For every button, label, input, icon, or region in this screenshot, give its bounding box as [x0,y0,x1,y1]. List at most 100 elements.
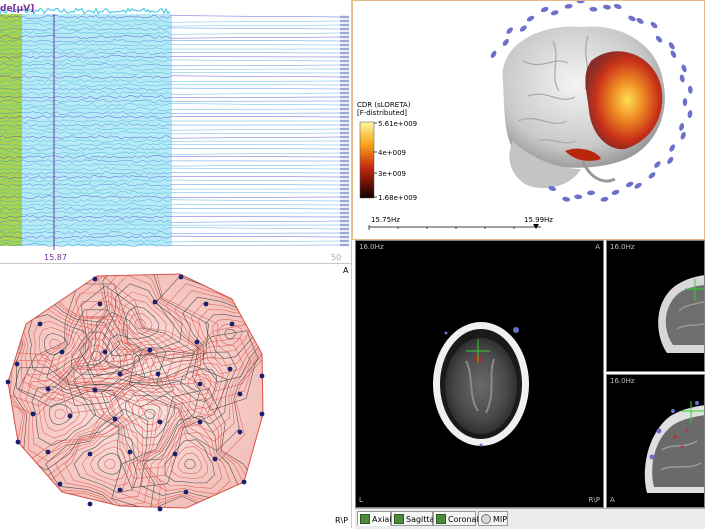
brain-3d-panel[interactable]: CDR (sLORETA) [F-distributed] 5.61e+009 … [352,0,705,240]
tab-coronal[interactable]: Coronal [433,511,479,526]
cdr-tick-min: 1.68e+009 [378,194,417,202]
electrode-3d-marker [564,3,573,9]
electrode-3d-marker [506,27,513,34]
channel-label-marker [340,231,349,235]
channel-label-marker [340,55,349,59]
channel-label-marker [340,167,349,171]
view-tab-bar: Axial Sagittal Coronal MIP [355,508,705,529]
channel-label-marker [340,199,349,203]
electrode-marker [444,331,448,335]
channel-label-marker [340,111,349,115]
electrode-dot [45,386,51,392]
channel-label-marker [340,91,349,95]
orientation-anterior-label: A [343,266,349,275]
frequency-range-end: 15.99Hz [524,216,553,224]
channel-label-marker [340,35,349,39]
electrode-3d-marker [589,6,598,12]
channel-label-marker [340,71,349,75]
channel-label-marker [340,103,349,107]
electrode-dot [15,439,21,445]
channel-label-marker [340,31,349,35]
electrode-dot [92,276,98,282]
channel-label-marker [340,139,349,143]
topographic-map-panel[interactable]: A R\P [0,264,352,528]
eeg-trace-plot[interactable]: de[μV] 15.87 50 [0,0,352,264]
electrode-dot [197,419,203,425]
electrode-dot [197,381,203,387]
electrode-3d-marker [562,196,571,202]
electrode-3d-marker [669,144,675,152]
electrode-3d-marker [679,74,685,83]
channel-label-marker [340,99,349,103]
channel-label-marker [340,163,349,167]
electrode-3d-marker [636,17,644,24]
electrode-dot [229,321,235,327]
electrode-dot [14,361,20,367]
eeg-trace-panel[interactable]: de[μV] 15.87 50 [0,0,352,264]
cdr-colorbar [359,121,375,199]
channel-label-marker [340,123,349,127]
tab-mip-label: MIP [493,515,508,524]
cursor-time-label: 15.87 [44,253,67,262]
tab-sagittal[interactable]: Sagittal [391,511,437,526]
channel-label-marker [340,147,349,151]
channel-label-marker [340,175,349,179]
electrode-3d-marker [667,156,674,164]
channel-label-marker [340,119,349,123]
electrode-3d-marker [611,189,620,195]
electrode-dot [92,387,98,393]
electrode-3d-marker [687,110,693,119]
electrode-dot [155,371,161,377]
coronal-anterior-label: A [610,496,615,504]
channel-label-marker [340,59,349,63]
axial-anterior-label: A [595,243,600,251]
electrode-dot [112,416,118,422]
channel-label-marker [340,27,349,31]
channel-label-marker [340,223,349,227]
channel-label-marker [340,19,349,23]
topographic-map[interactable]: A R\P [0,264,352,528]
tab-mip[interactable]: MIP [478,511,508,526]
electrode-3d-marker [526,15,535,22]
mri-coronal-image[interactable] [607,375,705,508]
channel-label-marker [340,75,349,79]
electrode-dot [157,419,163,425]
electrode-dot [241,479,247,485]
mri-coronal-view[interactable]: 16.0Hz A [606,374,705,508]
mri-sagittal-view[interactable]: 16.0Hz [606,240,705,372]
electrode-dot [127,449,133,455]
electrode-dot [57,481,63,487]
channel-label-marker [340,87,349,91]
electrode-dot [147,347,153,353]
electrode-dot [117,371,123,377]
channel-label-marker [340,159,349,163]
tab-axial[interactable]: Axial [357,511,392,526]
mri-axial-view[interactable]: 16.0Hz A L R\P [355,240,604,508]
electrode-3d-marker [587,190,595,196]
electrode-3d-marker [490,50,497,59]
electrode-dot [172,451,178,457]
channel-label-marker [340,43,349,47]
electrode-3d-marker [648,172,656,179]
electrode-dot [259,411,265,417]
brain-3d-view[interactable]: CDR (sLORETA) [F-distributed] 5.61e+009 … [353,1,705,240]
electrode-3d-marker [679,122,685,131]
amplitude-unit-label: de[μV] [0,4,34,14]
cdr-tick-3: 3e+009 [378,170,406,178]
electrode-dot [5,379,11,385]
electrode-3d-marker [687,85,693,94]
channel-label-marker [340,95,349,99]
frequency-range-handle[interactable] [533,224,539,229]
channel-label-marker [340,187,349,191]
axial-posterior-label: R\P [588,496,600,504]
electrode-3d-marker [603,4,611,10]
electrode-dot [59,349,65,355]
electrode-dot [178,274,184,280]
electrode-dot [259,373,265,379]
mri-sagittal-image[interactable] [607,241,705,372]
mri-axial-image[interactable] [356,241,604,508]
cdr-tick-max: 5.61e+009 [378,120,417,128]
electrode-dot [237,429,243,435]
sagittal-view-icon [394,514,404,524]
electrode-dot [45,449,51,455]
